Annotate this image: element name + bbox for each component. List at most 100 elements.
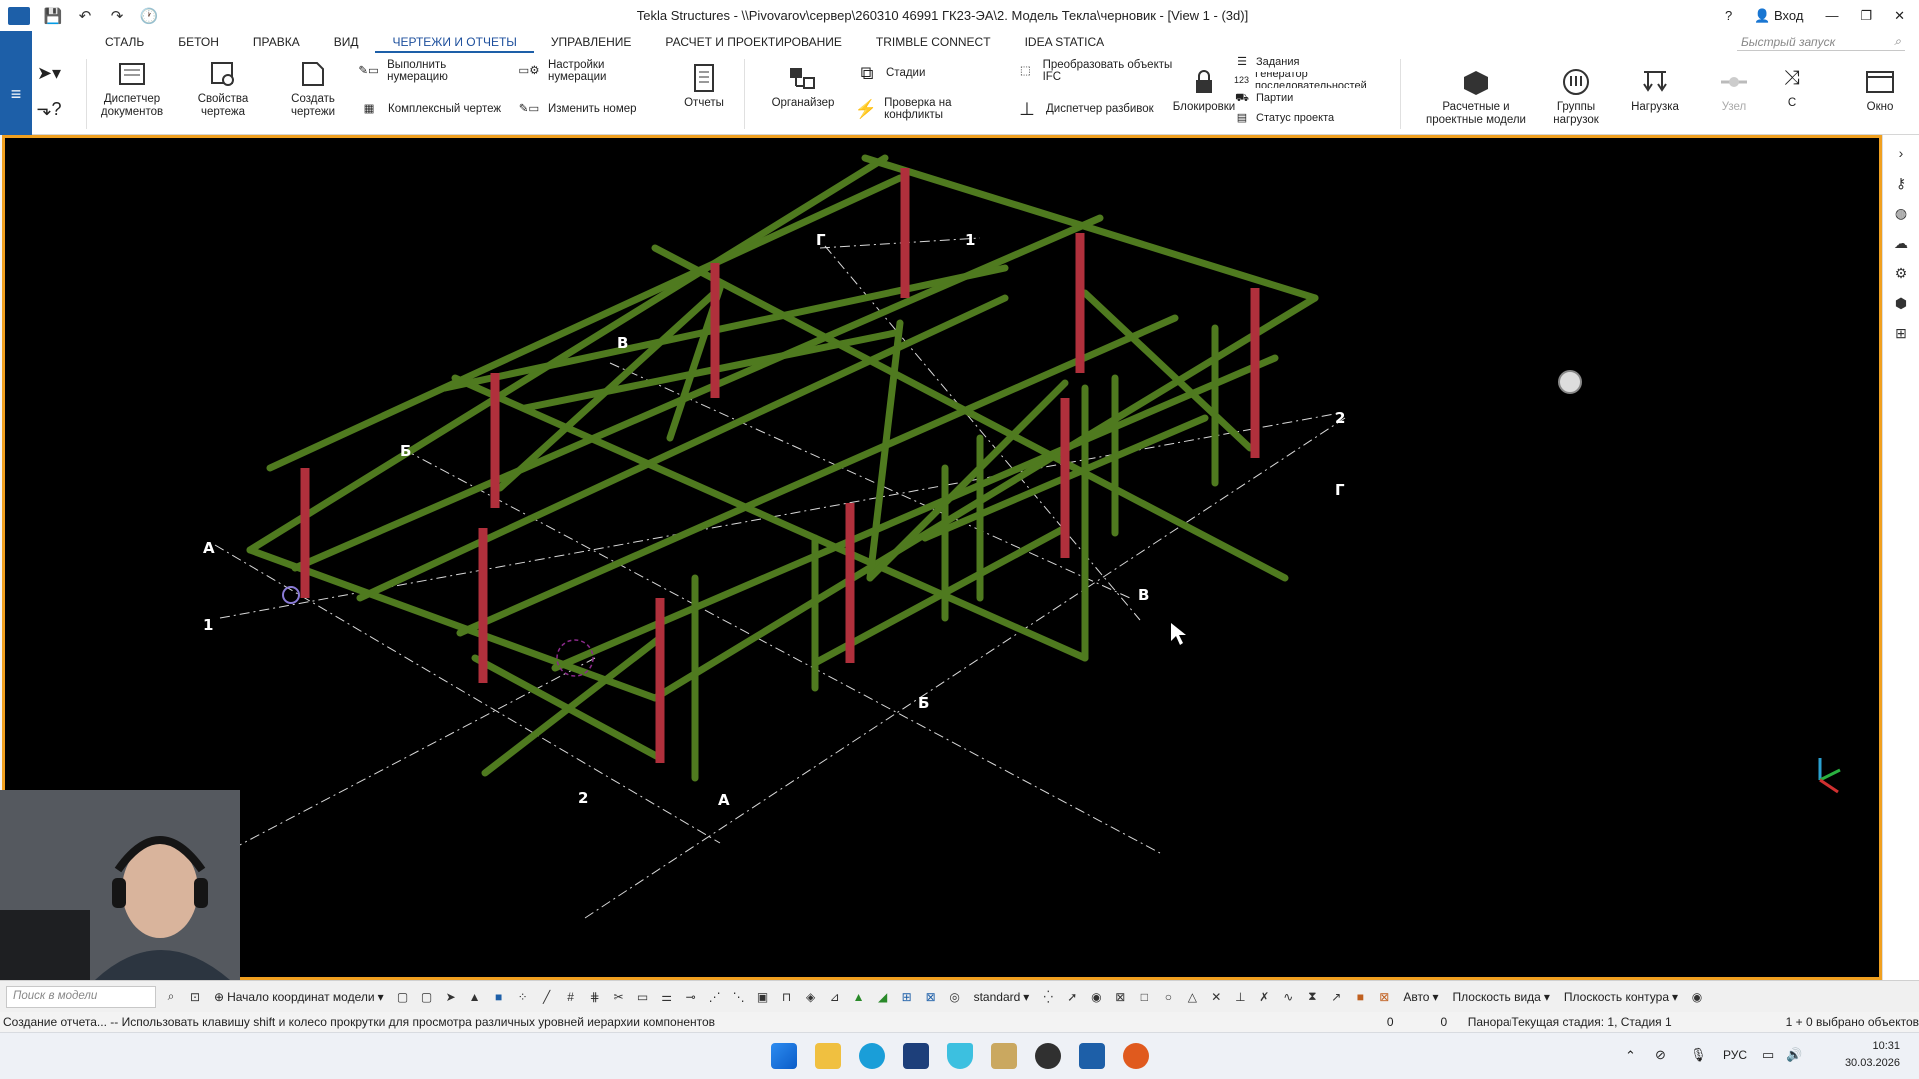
tab-steel[interactable]: СТАЛЬ bbox=[88, 31, 161, 53]
archive-icon[interactable] bbox=[991, 1043, 1017, 1069]
gear-icon[interactable]: ⚙ bbox=[1891, 263, 1911, 283]
analysis-models-button[interactable]: Расчетные и проектные модели bbox=[1416, 67, 1536, 127]
maximize-button[interactable]: ❐ bbox=[1860, 8, 1872, 24]
run-numbering-button[interactable]: ✎▭ Выполнить нумерацию bbox=[356, 59, 506, 83]
smart-select-icon[interactable]: ➚ bbox=[1063, 988, 1081, 1006]
project-status-button[interactable]: ▤ Статус проекта bbox=[1234, 111, 1384, 125]
zoom-search-icon[interactable]: ⊡ bbox=[186, 988, 204, 1006]
origin-dropdown[interactable]: ⊕ Начало координат модели ▾ bbox=[210, 986, 388, 1008]
rotation-center-icon[interactable] bbox=[1558, 370, 1582, 394]
search-icon[interactable]: ⌕ bbox=[162, 988, 180, 1006]
snap-end-icon[interactable]: ▲ bbox=[850, 988, 868, 1006]
load-groups-button[interactable]: Группы нагрузок bbox=[1544, 67, 1608, 127]
node-button[interactable]: Узел bbox=[1704, 67, 1764, 114]
select-edge-icon[interactable]: ⊿ bbox=[826, 988, 844, 1006]
file-explorer-icon[interactable] bbox=[815, 1043, 841, 1069]
applications-icon[interactable]: ⊞ bbox=[1891, 323, 1911, 343]
undo-icon[interactable]: ↶ bbox=[76, 7, 94, 25]
tab-analysis-design[interactable]: РАСЧЕТ И ПРОЕКТИРОВАНИЕ bbox=[648, 31, 858, 53]
network-icon[interactable]: ⊘ bbox=[1655, 1047, 1666, 1063]
select-surface-icon[interactable]: ⊓ bbox=[778, 988, 796, 1006]
lots-button[interactable]: ⛟ Партии bbox=[1234, 91, 1384, 105]
tekla-logo[interactable] bbox=[8, 6, 30, 25]
tab-manage[interactable]: УПРАВЛЕНИЕ bbox=[534, 31, 649, 53]
volume-icon[interactable]: 🔊 bbox=[1786, 1047, 1802, 1063]
select-gridlines-icon[interactable]: ⋕ bbox=[586, 988, 604, 1006]
tab-trimble-connect[interactable]: TRIMBLE CONNECT bbox=[859, 31, 1008, 53]
select-tool-button[interactable]: ➤▾ bbox=[36, 61, 62, 85]
help-icon[interactable]: ? bbox=[1725, 8, 1732, 23]
window-button[interactable]: Окно bbox=[1848, 67, 1912, 114]
quick-launch-input[interactable]: Быстрый запуск ⌕ bbox=[1737, 33, 1905, 51]
drawing-props-button[interactable]: Свойства чертежа bbox=[190, 59, 256, 119]
select-points-icon[interactable]: ⁘ bbox=[514, 988, 532, 1006]
snap-circle-icon[interactable]: ○ bbox=[1159, 988, 1177, 1006]
snap-arrow-icon[interactable]: ↗ bbox=[1327, 988, 1345, 1006]
tekla-taskbar-icon[interactable] bbox=[1079, 1043, 1105, 1069]
snap-square-icon[interactable]: □ bbox=[1135, 988, 1153, 1006]
locks-button[interactable]: Блокировки bbox=[1172, 67, 1236, 114]
tasks-button[interactable]: ☰ Задания bbox=[1234, 55, 1384, 69]
snap-x-icon[interactable]: ✗ bbox=[1255, 988, 1273, 1006]
save-icon[interactable]: 💾 bbox=[44, 7, 63, 25]
eye-icon[interactable]: ◉ bbox=[1087, 988, 1105, 1006]
display-options-icon[interactable]: ⁛ bbox=[1039, 988, 1057, 1006]
tab-idea-statica[interactable]: IDEA STATICA bbox=[1008, 31, 1122, 53]
select-layer-icon[interactable]: ◈ bbox=[802, 988, 820, 1006]
model-search-input[interactable]: Поиск в модели bbox=[6, 985, 156, 1008]
snap-toggle-icon[interactable]: ▢ bbox=[418, 988, 436, 1006]
reports-button[interactable]: Отчеты bbox=[676, 63, 732, 110]
stages-button[interactable]: ⧉ Стадии bbox=[854, 61, 1004, 85]
snap-center-icon[interactable]: ◢ bbox=[874, 988, 892, 1006]
tab-edit[interactable]: ПРАВКА bbox=[236, 31, 317, 53]
select-parts-icon[interactable]: ■ bbox=[490, 988, 508, 1006]
start-button-icon[interactable] bbox=[771, 1043, 797, 1069]
select-assemblies-icon[interactable]: ▲ bbox=[466, 988, 484, 1006]
eye-icon[interactable]: ◉ bbox=[1688, 988, 1706, 1006]
clash-check-button[interactable]: ⚡ Проверка на конфликты bbox=[854, 97, 1004, 121]
tab-drawings-reports[interactable]: ЧЕРТЕЖИ И ОТЧЕТЫ bbox=[375, 31, 534, 53]
app-icon[interactable] bbox=[903, 1043, 929, 1069]
snap-perpendicular-icon[interactable]: ⊥ bbox=[1231, 988, 1249, 1006]
create-drawings-button[interactable]: Создать чертежи bbox=[280, 59, 346, 119]
auto-dropdown[interactable]: Авто ▾ bbox=[1399, 986, 1442, 1008]
select-welds-icon[interactable]: ⚌ bbox=[658, 988, 676, 1006]
snap-triangle-icon[interactable]: △ bbox=[1183, 988, 1201, 1006]
close-button[interactable]: ✕ bbox=[1894, 8, 1905, 24]
model-view-3d[interactable]: А 1 2 А Б Б В В Г Г 1 2 bbox=[2, 135, 1882, 980]
select-cuts-icon[interactable]: ✂ bbox=[610, 988, 628, 1006]
snap-toggle-icon[interactable]: ▢ bbox=[394, 988, 412, 1006]
standard-dropdown[interactable]: standard ▾ bbox=[970, 986, 1034, 1008]
clock-date[interactable]: 30.03.2026 bbox=[1820, 1057, 1900, 1069]
c-button[interactable]: ⤨ С bbox=[1770, 63, 1814, 110]
history-icon[interactable]: 🕐 bbox=[140, 7, 159, 25]
snap-grid-icon[interactable]: ⊞ bbox=[898, 988, 916, 1006]
tab-view[interactable]: ВИД bbox=[317, 31, 376, 53]
query-tool-button[interactable]: ⬎? bbox=[36, 97, 62, 121]
model-canvas[interactable]: А 1 2 А Б Б В В Г Г 1 2 bbox=[5, 138, 1879, 977]
change-number-button[interactable]: ✎▭ Изменить номер bbox=[516, 97, 666, 121]
minimize-button[interactable]: — bbox=[1825, 8, 1838, 23]
redo-icon[interactable]: ↷ bbox=[108, 7, 126, 25]
microphone-icon[interactable]: 🎙 bbox=[1690, 1047, 1707, 1063]
properties-icon[interactable]: ⚷ bbox=[1891, 173, 1911, 193]
convert-ifc-button[interactable]: ⬚ Преобразовать объекты IFC bbox=[1014, 59, 1174, 83]
snap-cross-icon[interactable]: ✕ bbox=[1207, 988, 1225, 1006]
cube-icon[interactable]: ⬢ bbox=[1891, 293, 1911, 313]
globe-icon[interactable]: ◍ bbox=[1891, 203, 1911, 223]
select-lines-icon[interactable]: ╱ bbox=[538, 988, 556, 1006]
layout-manager-button[interactable]: ⊥ Диспетчер разбивок bbox=[1014, 97, 1184, 121]
numbering-settings-button[interactable]: ▭⚙ Настройки нумерации bbox=[516, 59, 666, 83]
organizer-button[interactable]: Органайзер bbox=[760, 63, 846, 110]
complex-drawing-button[interactable]: ▦ Комплексный чертеж bbox=[356, 97, 506, 121]
snap-hourglass-icon[interactable]: ⧗ bbox=[1303, 988, 1321, 1006]
cloud-icon[interactable]: ☁ bbox=[1891, 233, 1911, 253]
doc-manager-button[interactable]: Диспетчер документов bbox=[96, 59, 168, 119]
select-components-icon[interactable]: ⋱ bbox=[730, 988, 748, 1006]
snap-box-icon[interactable]: ⊠ bbox=[1111, 988, 1129, 1006]
select-views-icon[interactable]: ▭ bbox=[634, 988, 652, 1006]
language-indicator[interactable]: РУС bbox=[1723, 1048, 1747, 1062]
select-reinforcement-icon[interactable]: ⋰ bbox=[706, 988, 724, 1006]
obs-recorder-icon[interactable] bbox=[1035, 1043, 1061, 1069]
clock-time[interactable]: 10:31 bbox=[1860, 1040, 1900, 1052]
